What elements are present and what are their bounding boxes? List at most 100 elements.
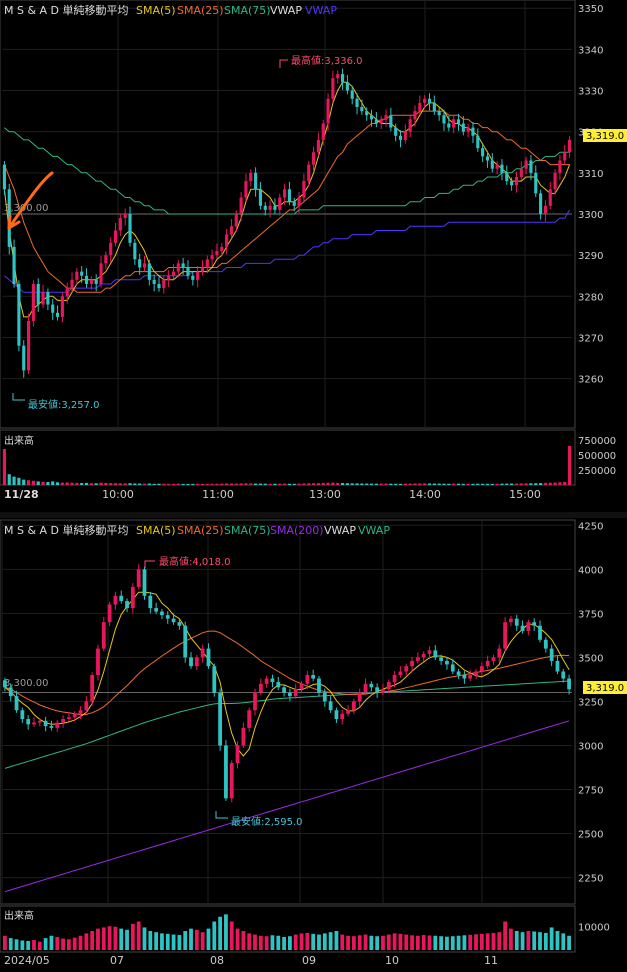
candle-body <box>418 102 422 112</box>
volume-bar <box>503 921 508 950</box>
volume-bar <box>78 935 83 950</box>
volume-bar <box>60 482 64 485</box>
candle-body <box>14 696 19 711</box>
candle-body <box>55 722 60 728</box>
candle-body <box>99 263 103 284</box>
candle-body <box>317 678 321 693</box>
volume-bar <box>123 483 127 485</box>
volume-bar <box>55 936 60 950</box>
candle-body <box>403 131 407 140</box>
volume-bar <box>415 935 420 950</box>
candle-body <box>415 657 420 661</box>
volume-bar <box>206 928 211 950</box>
volume-bar <box>253 934 257 950</box>
volume-bar <box>109 483 113 485</box>
volume-bar <box>84 933 89 950</box>
volume-bar <box>200 932 205 950</box>
candle-body <box>160 611 164 616</box>
candle-body <box>90 675 95 702</box>
candle-body <box>539 193 543 214</box>
volume-bar <box>567 935 571 950</box>
intraday-chart-title: M S & A D 単純移動平均 <box>4 3 129 17</box>
volume-bar <box>514 931 519 950</box>
volume-bar <box>375 936 380 950</box>
intraday-date-label: 11/28 <box>4 488 39 501</box>
candle-body <box>509 618 513 623</box>
x-tick-label: 14:00 <box>409 488 441 501</box>
volume-bar <box>398 933 403 950</box>
volume-bar <box>389 483 393 485</box>
candle-body <box>427 650 432 654</box>
candle-body <box>104 255 108 264</box>
candle-body <box>326 98 330 124</box>
volume-bar <box>288 936 292 950</box>
volume-bar <box>241 931 246 950</box>
volume-bar <box>61 938 65 950</box>
volume-bar <box>292 483 296 485</box>
volume-bar <box>94 483 98 485</box>
volume-bar <box>200 483 205 485</box>
volume-bar <box>384 483 388 485</box>
candle-body <box>43 720 48 727</box>
x-tick-label: 10 <box>385 954 399 967</box>
volume-bar <box>229 921 234 950</box>
candle-body <box>447 123 451 128</box>
candle-body <box>254 172 258 190</box>
candle-body <box>466 127 470 132</box>
candle-body <box>206 648 211 667</box>
volume-bar <box>89 483 93 485</box>
volume-bar <box>189 928 193 950</box>
candle-body <box>529 160 533 173</box>
candle-body <box>519 168 523 177</box>
candle-body <box>123 214 127 219</box>
volume-bar <box>381 935 385 950</box>
candle-body <box>423 98 427 103</box>
daily-legend-vwap: VWAP <box>324 524 356 537</box>
y-tick-label: 2750 <box>578 786 603 797</box>
candle-body <box>165 615 170 619</box>
candle-body <box>543 205 548 214</box>
candle-body <box>334 710 339 720</box>
candle-body <box>273 205 277 210</box>
volume-bar <box>360 483 364 485</box>
candle-body <box>413 111 417 120</box>
candle-body <box>17 283 21 346</box>
candle-body <box>78 710 83 714</box>
candle-body <box>524 160 528 169</box>
volume-bar <box>299 933 304 950</box>
candle-body <box>442 115 446 124</box>
volume-bar <box>346 935 350 950</box>
volume-bar <box>369 483 374 485</box>
candle-body <box>365 111 369 116</box>
daily-volume-axis: 10000 <box>578 922 610 933</box>
daily-y-axis: 2250 2500 2750 3000 3250 3500 3750 4000 4250 <box>578 521 603 884</box>
volume-bar <box>278 483 282 485</box>
candle-body <box>322 692 327 702</box>
y-tick-label: 3290 <box>578 251 603 262</box>
candle-body <box>553 172 557 190</box>
candle-body <box>264 678 269 684</box>
candle-body <box>70 279 74 289</box>
volume-bar <box>509 928 513 950</box>
candle-body <box>196 271 200 280</box>
volume-tick-label: 750000 <box>578 436 616 447</box>
y-tick-label: 3350 <box>578 4 603 15</box>
candle-body <box>125 601 129 609</box>
candle-body <box>456 671 461 676</box>
candle-body <box>36 283 40 305</box>
volume-bar <box>104 482 108 485</box>
volume-bar <box>432 483 436 485</box>
intraday-volume-axis: 750000 500000 250000 <box>578 436 616 477</box>
volume-bar <box>84 482 89 485</box>
daily-chart-title: M S & A D 単純移動平均 <box>4 523 129 537</box>
intraday-last-price-label: 3,319.0 <box>586 131 624 142</box>
y-tick-label: 4000 <box>578 565 603 576</box>
candle-body <box>307 164 311 182</box>
candle-body <box>340 713 345 720</box>
candle-body <box>118 218 122 231</box>
candle-body <box>109 242 113 256</box>
volume-bar <box>456 935 461 950</box>
volume-bar <box>128 483 132 485</box>
volume-bar <box>302 483 306 485</box>
candle-body <box>20 710 25 720</box>
